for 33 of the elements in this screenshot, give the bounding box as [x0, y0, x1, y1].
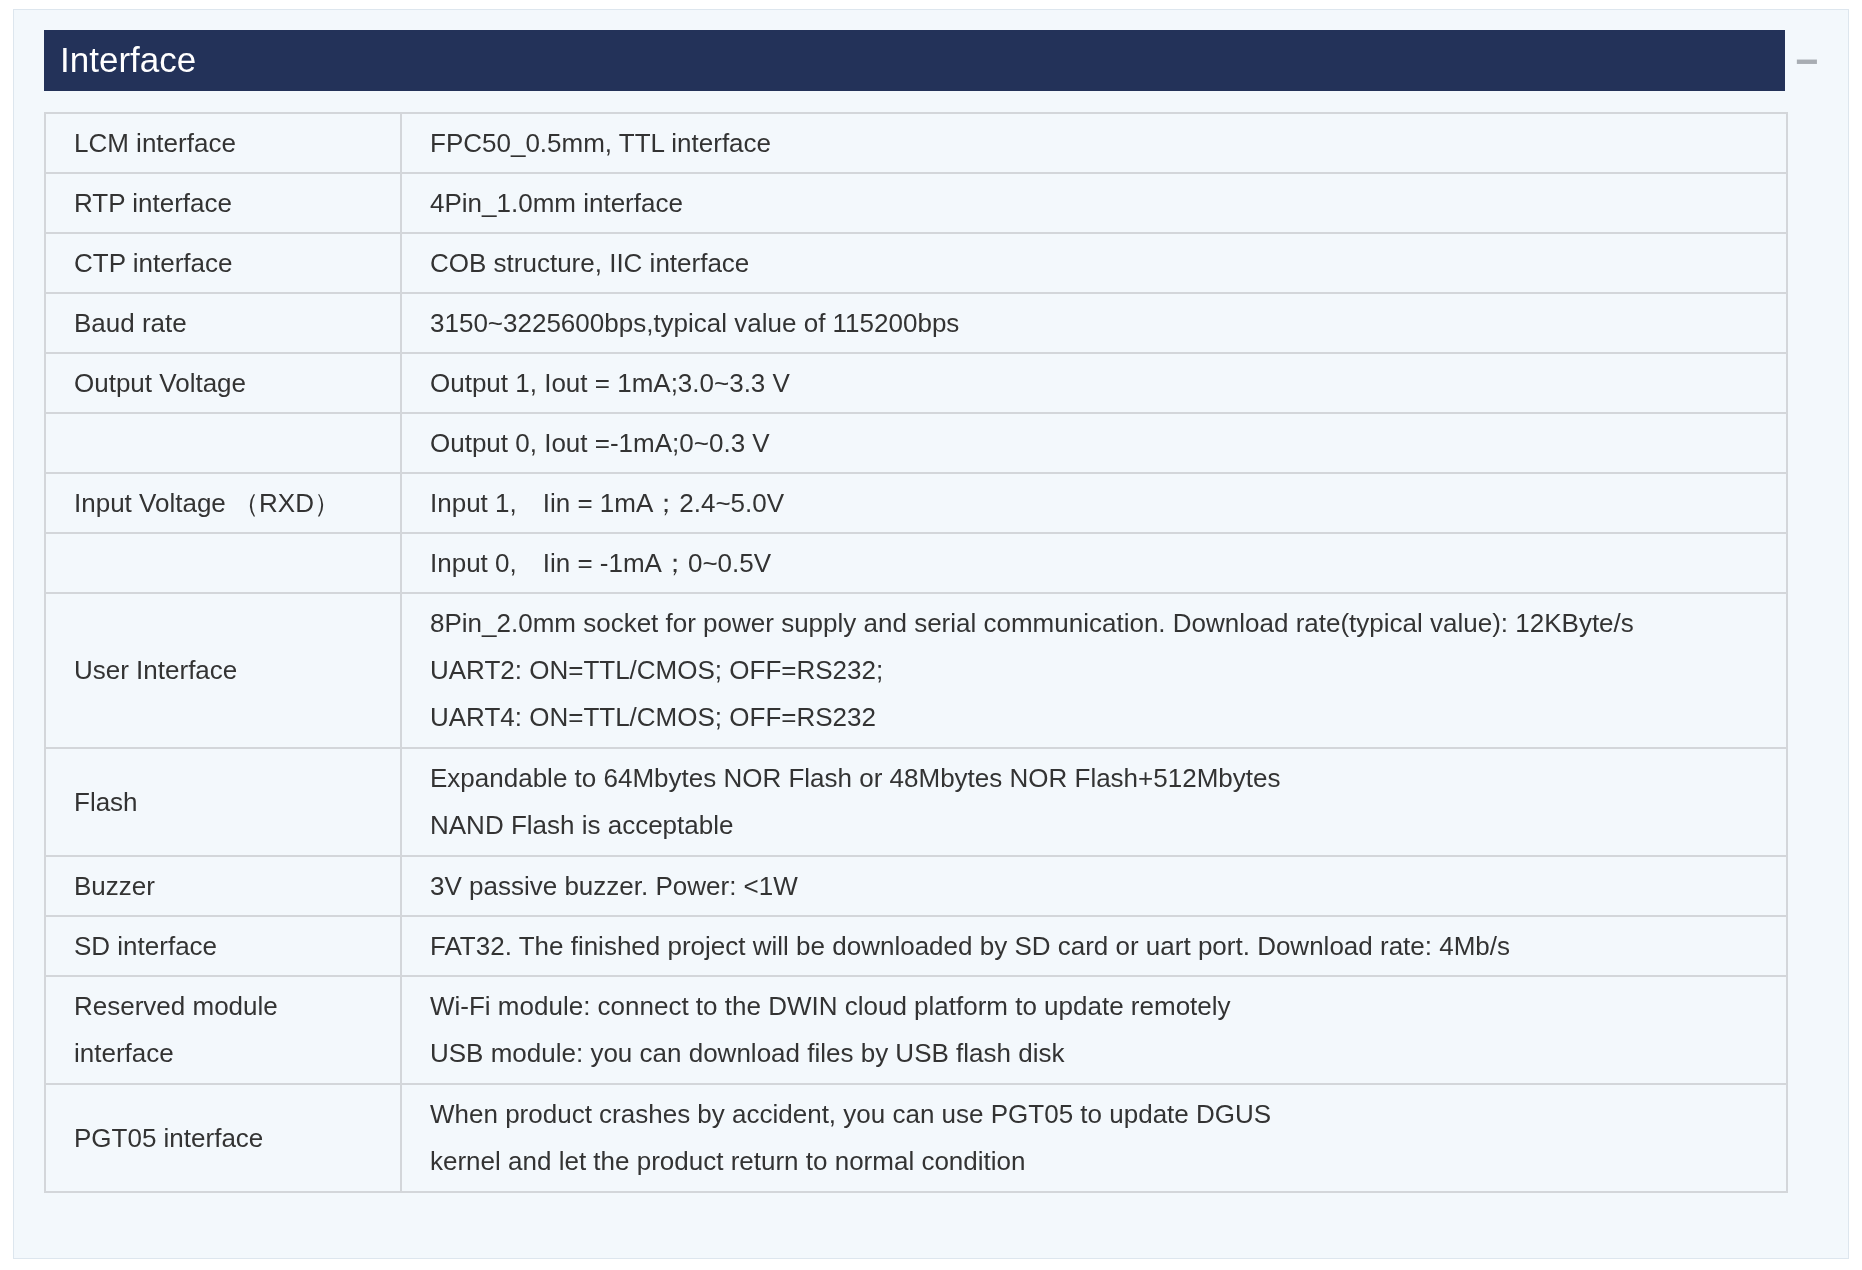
spec-value: Input 1, Iin = 1mA；2.4~5.0V	[430, 486, 786, 520]
spec-label: RTP interface	[74, 187, 232, 218]
spec-label: SD interface	[74, 930, 218, 961]
spec-label: User Interface	[74, 655, 238, 685]
spec-label: PGT05 interface	[74, 1122, 264, 1153]
spec-label: Reserved module interface	[74, 991, 278, 1068]
spec-value: USB module: you can download files by USB flash disk	[430, 1037, 1066, 1070]
spec-value: 4Pin_1.0mm interface	[430, 186, 684, 220]
spec-value: Input 0, Iin = -1mA；0~0.5V	[430, 546, 773, 580]
spec-value: Output 0, Iout =-1mA;0~0.3 V	[430, 426, 771, 460]
spec-label: LCM interface	[74, 127, 236, 158]
spec-label: Output Voltage	[74, 367, 247, 398]
panel-title: Interface	[44, 30, 1785, 91]
spec-value: Output 1, Iout = 1mA;3.0~3.3 V	[430, 366, 791, 400]
spec-value: COB structure, IIC interface	[430, 246, 751, 280]
spec-value: 3V passive buzzer. Power: <1W	[430, 869, 799, 903]
spec-label: Flash	[74, 786, 138, 817]
spec-label: Buzzer	[74, 870, 155, 901]
spec-value: FPC50_0.5mm, TTL interface	[430, 126, 773, 160]
spec-value: 8Pin_2.0mm socket for power supply and serial communication. Download rate(typical value): 12KByte/s	[430, 607, 1635, 640]
spec-label: Input Voltage （RXD）	[74, 487, 340, 518]
spec-value: kernel and let the product return to normal condition	[430, 1145, 1027, 1178]
spec-value: Expandable to 64Mbytes NOR Flash or 48Mbytes NOR Flash+512Mbytes	[430, 762, 1282, 795]
collapse-toggle[interactable]: −	[1795, 40, 1819, 81]
spec-value: FAT32. The finished project will be downloaded by SD card or uart port. Download rate: 4Mb/s	[430, 929, 1512, 963]
spec-value: When product crashes by accident, you can use PGT05 to update DGUS	[430, 1098, 1273, 1131]
spec-label: CTP interface	[74, 247, 233, 278]
spec-value: UART4: ON=TTL/CMOS; OFF=RS232	[430, 701, 877, 734]
spec-value: 3150~3225600bps,typical value of 115200bps	[430, 306, 961, 340]
spec-value: UART2: ON=TTL/CMOS; OFF=RS232;	[430, 654, 885, 687]
spec-value: NAND Flash is acceptable	[430, 809, 735, 842]
spec-label: Baud rate	[74, 307, 187, 338]
spec-value: Wi-Fi module: connect to the DWIN cloud platform to update remotely	[430, 990, 1232, 1023]
